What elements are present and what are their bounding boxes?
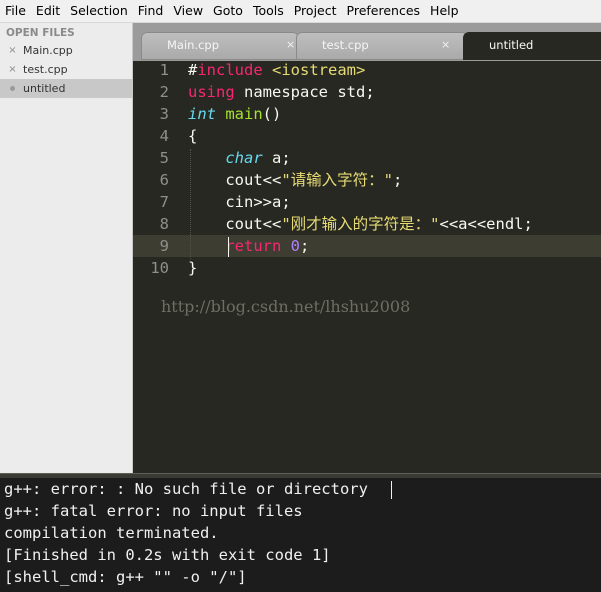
code-line: int main() <box>188 103 281 125</box>
code-token: "请输入字符：" <box>281 171 393 189</box>
code-token: <iostream> <box>272 61 366 79</box>
tab-untitled[interactable]: untitled <box>463 32 601 60</box>
code-token: main <box>225 105 263 123</box>
close-icon[interactable]: × <box>441 38 450 51</box>
code-token: 0 <box>290 237 301 255</box>
code-line: #include <iostream> <box>188 61 365 81</box>
code-token: using <box>188 83 235 101</box>
watermark: http://blog.csdn.net/lhshu2008 <box>161 297 411 316</box>
output-cursor <box>391 481 392 499</box>
code-line: } <box>188 257 197 279</box>
menu-preferences[interactable]: Preferences <box>342 0 426 22</box>
code-line: return 0; <box>188 235 309 257</box>
code-token: return <box>225 237 282 255</box>
code-line: char a; <box>188 147 291 169</box>
text-cursor <box>228 237 229 257</box>
tab-label: untitled <box>489 38 534 52</box>
line-number: 8 <box>159 215 169 233</box>
output-line: [shell_cmd: g++ "" -o "/"] <box>4 568 247 586</box>
sidebar-item-test-cpp[interactable]: × test.cpp <box>0 60 132 79</box>
sidebar-item-label: untitled <box>23 82 66 95</box>
code-token: a; <box>262 149 291 167</box>
sidebar-item-untitled[interactable]: untitled <box>0 79 132 98</box>
tab-bar: Main.cpp × test.cpp × untitled <box>133 23 601 61</box>
code-line: { <box>188 125 197 147</box>
close-icon[interactable]: × <box>286 38 295 51</box>
tab-test-cpp[interactable]: test.cpp × <box>296 32 468 60</box>
code-token: <<a<<endl; <box>439 215 533 233</box>
menu-file[interactable]: File <box>0 0 31 22</box>
menu-goto[interactable]: Goto <box>208 0 248 22</box>
code-token: cout<< <box>188 215 282 233</box>
line-number: 2 <box>159 83 169 101</box>
menu-view[interactable]: View <box>168 0 208 22</box>
code-token: () <box>262 105 282 123</box>
menu-bar: File Edit Selection Find View Goto Tools… <box>0 0 601 23</box>
code-token: int <box>188 105 216 123</box>
code-token: char <box>225 149 263 167</box>
sidebar-item-main-cpp[interactable]: × Main.cpp <box>0 41 132 60</box>
line-number: 10 <box>150 259 169 277</box>
code-editor[interactable]: 1 2 3 4 5 6 7 8 9 10 #include <iostream> using nam… <box>133 61 601 473</box>
output-line: g++: error: : No such file or directory <box>4 480 368 498</box>
tab-label: Main.cpp <box>167 38 220 52</box>
close-icon[interactable]: × <box>8 60 17 79</box>
menu-find[interactable]: Find <box>133 0 169 22</box>
code-line: using namespace std; <box>188 81 375 103</box>
unsaved-dot-icon <box>8 86 17 91</box>
code-token: } <box>188 259 198 277</box>
line-number: 6 <box>159 171 169 189</box>
code-token: { <box>188 127 198 145</box>
output-line: g++: fatal error: no input files <box>4 502 303 520</box>
tab-main-cpp[interactable]: Main.cpp × <box>141 32 299 60</box>
line-number: 4 <box>159 127 169 145</box>
menu-help[interactable]: Help <box>425 0 464 22</box>
code-token: cout<< <box>188 171 282 189</box>
code-token: include <box>197 61 263 79</box>
code-token: cin>>a; <box>188 193 291 211</box>
line-number: 7 <box>159 193 169 211</box>
code-token: "刚才输入的字符是：" <box>281 215 440 233</box>
code-token: namespace std; <box>234 83 375 101</box>
sidebar-item-label: test.cpp <box>23 63 68 76</box>
code-token: # <box>188 61 198 79</box>
sidebar-item-label: Main.cpp <box>23 44 73 57</box>
output-line: compilation terminated. <box>4 524 219 542</box>
build-output-panel[interactable]: g++: error: : No such file or directory g… <box>0 478 601 592</box>
tab-label: test.cpp <box>322 38 369 52</box>
code-token: ; <box>393 171 403 189</box>
code-token: ; <box>300 237 310 255</box>
code-line: cin>>a; <box>188 191 291 213</box>
line-number: 3 <box>159 105 169 123</box>
close-icon[interactable]: × <box>8 41 17 60</box>
code-line: cout<<"刚才输入的字符是："<<a<<endl; <box>188 213 533 235</box>
output-line: [Finished in 0.2s with exit code 1] <box>4 546 331 564</box>
code-line: cout<<"请输入字符："; <box>188 169 402 191</box>
open-files-header: OPEN FILES <box>6 27 75 39</box>
menu-project[interactable]: Project <box>289 0 342 22</box>
line-number: 9 <box>159 237 169 255</box>
sidebar: OPEN FILES × Main.cpp × test.cpp untitle… <box>0 23 133 473</box>
menu-selection[interactable]: Selection <box>65 0 133 22</box>
menu-tools[interactable]: Tools <box>248 0 289 22</box>
menu-edit[interactable]: Edit <box>31 0 65 22</box>
line-number: 5 <box>159 149 169 167</box>
line-number: 1 <box>159 61 169 79</box>
